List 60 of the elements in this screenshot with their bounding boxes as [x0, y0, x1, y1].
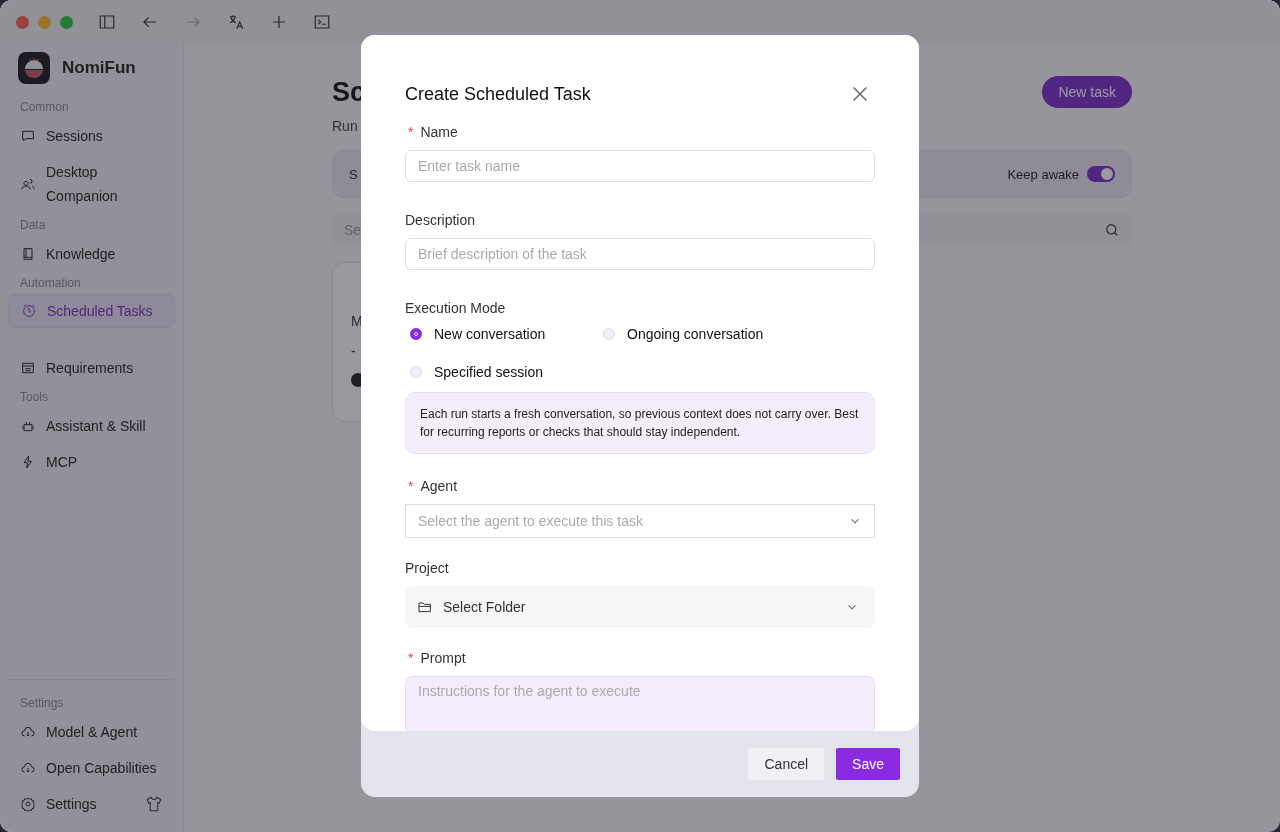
field-label: Agent — [420, 478, 458, 494]
shirt-icon[interactable] — [145, 795, 163, 813]
prompt-field[interactable]: Instructions for the agent to execute — [405, 676, 875, 731]
cloud-icon — [20, 760, 36, 776]
nav-icon — [20, 176, 36, 192]
radio-option[interactable]: New conversation — [405, 326, 598, 342]
sidebar-item[interactable]: Desktop Companion — [8, 154, 175, 214]
nav-icon — [20, 246, 36, 262]
section-label: Data — [19, 217, 47, 234]
cancel-button[interactable]: Cancel — [748, 748, 825, 780]
plus-icon[interactable] — [270, 13, 288, 31]
radio-option[interactable]: Specified session — [405, 364, 598, 380]
terminal-icon[interactable] — [313, 13, 331, 31]
sidebar-item[interactable]: Requirements — [8, 350, 175, 386]
nav-icon — [20, 360, 36, 376]
sidebar-item[interactable]: MCP — [8, 444, 175, 480]
required-mark: * — [407, 124, 414, 140]
folder-icon — [417, 599, 433, 615]
nav-icon — [21, 303, 37, 319]
sidebar-item[interactable]: Assistant & Skill — [8, 408, 175, 444]
sidebar-item[interactable]: Model & Agent — [8, 714, 175, 750]
sidebar-item[interactable]: Knowledge — [8, 236, 175, 272]
field-label: Execution Mode — [405, 300, 506, 316]
sidebar-toggle-icon[interactable] — [98, 13, 116, 31]
save-button[interactable]: Save — [836, 748, 900, 780]
section-label: Settings — [19, 695, 65, 712]
keep-awake-label: Keep awake — [1007, 166, 1079, 182]
sidebar-item[interactable]: Sessions — [8, 118, 175, 154]
dialog-title: Create Scheduled Task — [405, 83, 591, 105]
new-task-button[interactable]: New task — [1042, 76, 1132, 108]
required-mark: * — [407, 478, 414, 494]
app-name: NomiFun — [62, 58, 136, 78]
radio-option[interactable]: Ongoing conversation — [598, 326, 791, 342]
field-label: Project — [405, 560, 449, 576]
required-mark: * — [407, 650, 414, 666]
mode-hint: Each run starts a fresh conversation, so previous context does not carry over. Best for recurring reports or checks that should stay independent. — [405, 392, 875, 454]
section-label: Tools — [19, 389, 49, 406]
banner-label: S — [349, 166, 358, 182]
field-label: Prompt — [420, 650, 466, 666]
search-icon — [1104, 222, 1120, 238]
card-text: - — [351, 343, 356, 359]
nav-icon — [20, 128, 36, 144]
field-label: Description — [405, 212, 476, 228]
settings-icon — [20, 796, 36, 812]
keep-awake-toggle[interactable] — [1087, 166, 1115, 182]
close-window-button[interactable] — [16, 15, 29, 29]
section-label: Common — [19, 99, 70, 116]
cloud-icon — [20, 724, 36, 740]
folder-select[interactable]: Select Folder — [405, 586, 875, 628]
translate-icon[interactable] — [227, 13, 245, 31]
sidebar-item[interactable]: Settings — [8, 786, 175, 822]
sidebar-item[interactable]: Open Capabilities — [8, 750, 175, 786]
radio-circle[interactable] — [410, 328, 422, 340]
description-field[interactable]: Brief description of the task — [405, 238, 875, 270]
sidebar-item[interactable]: Scheduled Tasks — [8, 294, 175, 328]
section-label: Automation — [19, 275, 82, 292]
field-label: Name — [420, 124, 458, 140]
page-subtitle: Run — [332, 118, 358, 134]
app-logo-icon — [18, 52, 50, 84]
name-field[interactable]: Enter task name — [405, 150, 875, 182]
